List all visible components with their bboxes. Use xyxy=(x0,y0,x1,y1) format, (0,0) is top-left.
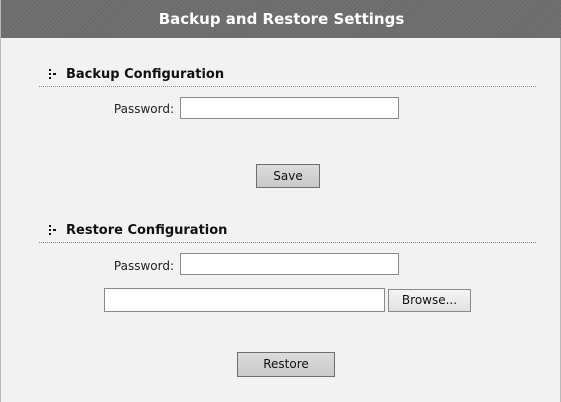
browse-button[interactable]: Browse... xyxy=(388,289,471,312)
restore-button[interactable]: Restore xyxy=(237,352,335,377)
dotted-bullet-icon xyxy=(49,225,63,237)
backup-section-header: Backup Configuration xyxy=(39,66,536,87)
page-title: Backup and Restore Settings xyxy=(1,0,561,38)
restore-section-header: Restore Configuration xyxy=(39,222,536,243)
restore-password-label: Password: xyxy=(113,259,174,273)
save-button[interactable]: Save xyxy=(256,164,320,188)
restore-file-path-input[interactable] xyxy=(104,288,385,312)
backup-restore-panel: Backup and Restore Settings Backup Confi… xyxy=(0,0,561,402)
restore-section-title: Restore Configuration xyxy=(66,223,228,238)
backup-password-input[interactable] xyxy=(180,97,399,119)
dotted-bullet-icon xyxy=(49,69,63,81)
restore-password-input[interactable] xyxy=(180,253,399,275)
backup-password-label: Password: xyxy=(113,102,174,116)
backup-section-title: Backup Configuration xyxy=(66,67,225,82)
